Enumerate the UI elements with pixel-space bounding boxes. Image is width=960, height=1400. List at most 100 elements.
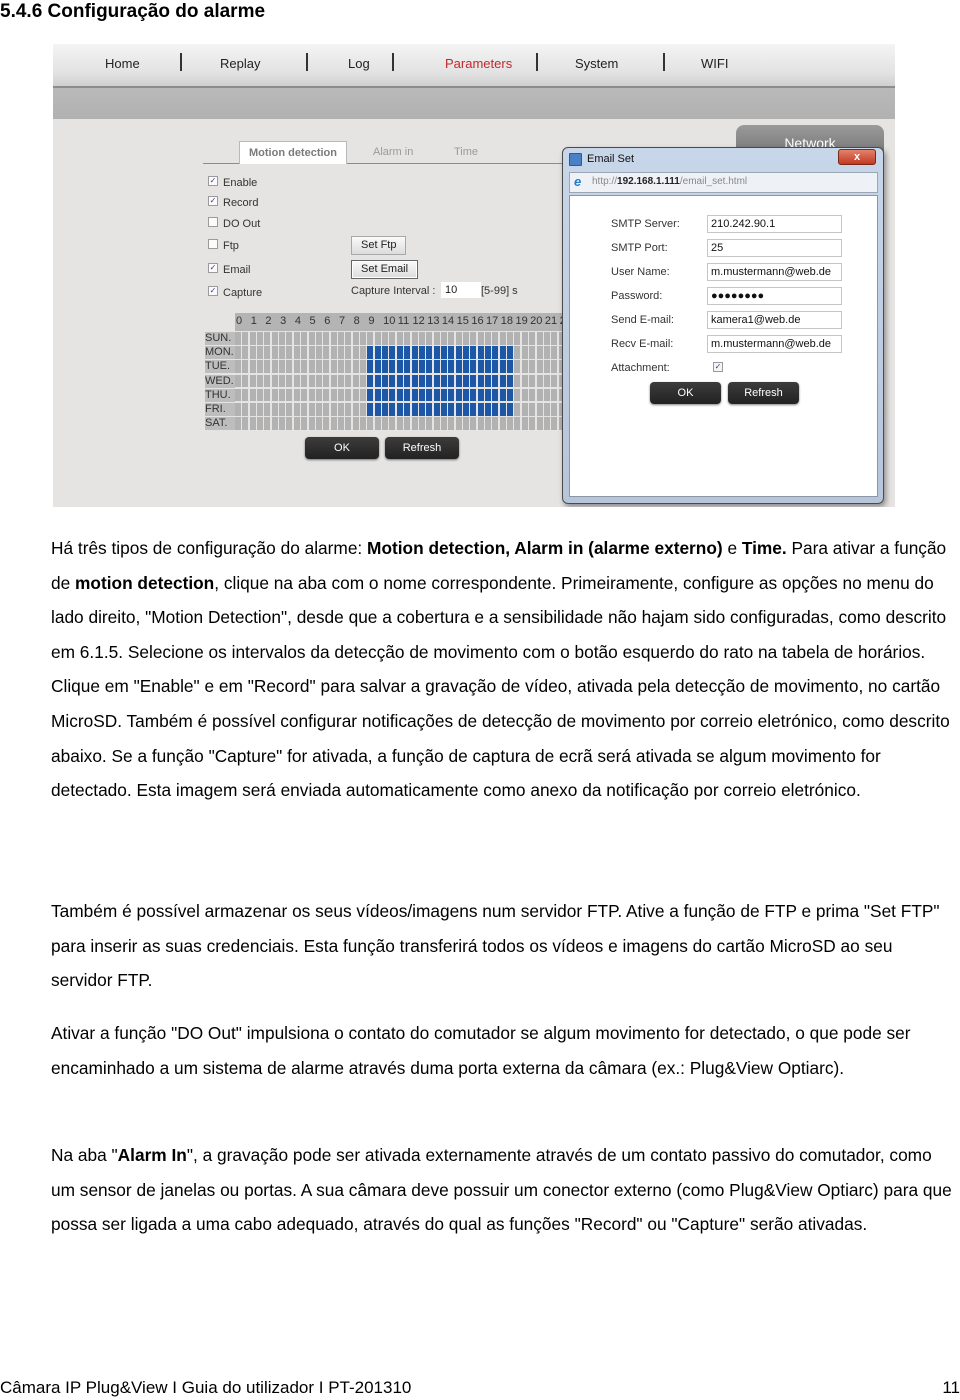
- schedule-cell[interactable]: [529, 417, 536, 430]
- set-ftp-button[interactable]: Set Ftp: [351, 236, 407, 255]
- schedule-cell[interactable]: [249, 374, 256, 388]
- schedule-cell[interactable]: [411, 417, 418, 430]
- schedule-cell[interactable]: [301, 403, 308, 416]
- schedule-cell[interactable]: [286, 332, 293, 345]
- schedule-cell[interactable]: [536, 360, 543, 373]
- schedule-cell[interactable]: [543, 360, 550, 373]
- tab-motion-detection[interactable]: Motion detection: [239, 141, 347, 164]
- close-icon[interactable]: x: [838, 149, 876, 165]
- schedule-cell[interactable]: [286, 346, 293, 359]
- recv-email-input[interactable]: [707, 335, 842, 353]
- schedule-cell[interactable]: [514, 374, 521, 388]
- schedule-cell[interactable]: [360, 374, 367, 388]
- schedule-cell[interactable]: [462, 332, 469, 345]
- attachment-checkbox[interactable]: ✓: [713, 362, 723, 372]
- schedule-cell[interactable]: [455, 403, 462, 416]
- option-enable[interactable]: ✓ Enable: [208, 175, 257, 191]
- schedule-cell[interactable]: [315, 417, 322, 430]
- user-name-input[interactable]: [707, 263, 842, 281]
- schedule-cell[interactable]: [264, 403, 271, 416]
- schedule-cell[interactable]: [440, 332, 447, 345]
- schedule-cell[interactable]: [426, 332, 433, 345]
- schedule-cell[interactable]: [426, 360, 433, 373]
- schedule-cell[interactable]: [499, 403, 506, 416]
- schedule-cell[interactable]: [404, 417, 411, 430]
- schedule-cell[interactable]: [521, 332, 528, 345]
- schedule-cell[interactable]: [345, 417, 352, 430]
- schedule-cell[interactable]: [477, 417, 484, 430]
- schedule-cell[interactable]: [257, 388, 264, 402]
- schedule-cell[interactable]: [492, 332, 499, 345]
- schedule-cell[interactable]: [462, 360, 469, 373]
- schedule-cell[interactable]: [249, 417, 256, 430]
- schedule-cell[interactable]: [470, 388, 477, 402]
- schedule-cell[interactable]: [286, 360, 293, 373]
- schedule-cell[interactable]: [367, 332, 374, 345]
- schedule-cell[interactable]: [448, 417, 455, 430]
- checkbox-record[interactable]: ✓: [208, 196, 218, 207]
- schedule-cell[interactable]: [514, 360, 521, 373]
- schedule-cell[interactable]: [323, 403, 330, 416]
- schedule-cell[interactable]: [492, 374, 499, 388]
- schedule-cell[interactable]: [543, 332, 550, 345]
- schedule-cell[interactable]: [521, 403, 528, 416]
- schedule-cell[interactable]: [315, 374, 322, 388]
- schedule-cell[interactable]: [286, 374, 293, 388]
- schedule-cell[interactable]: [404, 403, 411, 416]
- schedule-cell[interactable]: [499, 417, 506, 430]
- schedule-cell[interactable]: [301, 332, 308, 345]
- schedule-cell[interactable]: [470, 360, 477, 373]
- schedule-cell[interactable]: [396, 360, 403, 373]
- schedule-cell[interactable]: [551, 360, 558, 373]
- schedule-cell[interactable]: [536, 346, 543, 359]
- schedule-cell[interactable]: [286, 403, 293, 416]
- schedule-cell[interactable]: [279, 403, 286, 416]
- schedule-cell[interactable]: [242, 388, 249, 402]
- schedule-cell[interactable]: [492, 360, 499, 373]
- schedule-cell[interactable]: [360, 332, 367, 345]
- schedule-cell[interactable]: [352, 360, 359, 373]
- schedule-cell[interactable]: [514, 417, 521, 430]
- address-bar[interactable]: e http://192.168.1.111/email_set.html: [569, 172, 878, 193]
- schedule-cell[interactable]: [433, 417, 440, 430]
- nav-replay[interactable]: Replay: [220, 55, 260, 73]
- schedule-cell[interactable]: [374, 374, 381, 388]
- schedule-cell[interactable]: [337, 360, 344, 373]
- schedule-cell[interactable]: [389, 417, 396, 430]
- schedule-cell[interactable]: [426, 346, 433, 359]
- schedule-cell[interactable]: [396, 374, 403, 388]
- schedule-cell[interactable]: [235, 388, 241, 402]
- schedule-cell[interactable]: [551, 403, 558, 416]
- schedule-cell[interactable]: [389, 332, 396, 345]
- schedule-cell[interactable]: [360, 403, 367, 416]
- schedule-cell[interactable]: [330, 332, 337, 345]
- schedule-cell[interactable]: [330, 388, 337, 402]
- schedule-cell[interactable]: [426, 388, 433, 402]
- schedule-cell[interactable]: [257, 374, 264, 388]
- schedule-cell[interactable]: [382, 417, 389, 430]
- schedule-cell[interactable]: [374, 346, 381, 359]
- option-do-out[interactable]: DO Out: [208, 216, 260, 232]
- schedule-cell[interactable]: [308, 332, 315, 345]
- schedule-cell[interactable]: [507, 403, 514, 416]
- schedule-cell[interactable]: [374, 388, 381, 402]
- schedule-cell[interactable]: [411, 374, 418, 388]
- schedule-cell[interactable]: [485, 388, 492, 402]
- set-email-button[interactable]: Set Email: [351, 260, 419, 279]
- schedule-cell[interactable]: [382, 346, 389, 359]
- schedule-cell[interactable]: [507, 417, 514, 430]
- schedule-cell[interactable]: [330, 374, 337, 388]
- schedule-cell[interactable]: [242, 346, 249, 359]
- schedule-cell[interactable]: [455, 388, 462, 402]
- tab-alarm-in[interactable]: Alarm in: [373, 141, 413, 163]
- schedule-cell[interactable]: [404, 332, 411, 345]
- schedule-cell[interactable]: [551, 332, 558, 345]
- schedule-cell[interactable]: [323, 346, 330, 359]
- schedule-cell[interactable]: [374, 417, 381, 430]
- schedule-cell[interactable]: [271, 417, 278, 430]
- schedule-cell[interactable]: [367, 374, 374, 388]
- schedule-cell[interactable]: [404, 374, 411, 388]
- schedule-cell[interactable]: [389, 374, 396, 388]
- schedule-cell[interactable]: [360, 388, 367, 402]
- schedule-cell[interactable]: [374, 360, 381, 373]
